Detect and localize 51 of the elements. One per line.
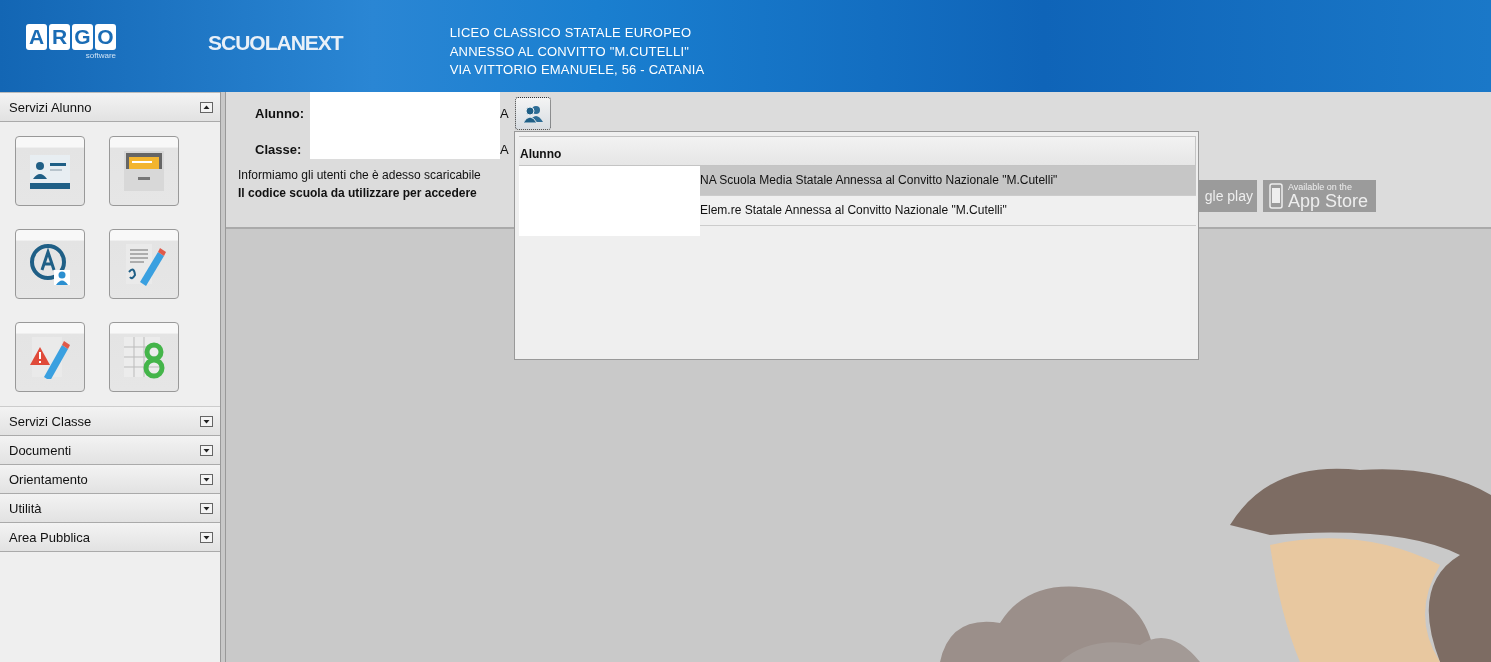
section-label: Servizi Classe xyxy=(9,413,92,429)
field-label: Classe: xyxy=(255,141,303,157)
tile-button[interactable] xyxy=(109,136,179,206)
school-name: LICEO CLASSICO STATALE EUROPEO xyxy=(449,24,693,42)
expand-icon xyxy=(200,444,213,456)
collapse-icon xyxy=(200,101,213,113)
section-header[interactable]: Area Pubblica xyxy=(0,523,220,552)
section-label: Area Pubblica xyxy=(9,529,90,545)
section-header[interactable]: Documenti xyxy=(0,436,220,465)
tile-button[interactable] xyxy=(15,229,85,299)
expand-icon xyxy=(200,531,213,543)
column-header: Alunno xyxy=(519,136,1196,166)
logo-letter: G xyxy=(72,24,93,50)
school-name: VIA VITTORIO EMANUELE, 56 - CATANIA xyxy=(449,61,705,79)
tile-button[interactable] xyxy=(109,229,179,299)
badge-title: gle play xyxy=(1204,187,1253,205)
warning-pencil-icon xyxy=(28,335,72,379)
tile-button[interactable] xyxy=(15,136,85,206)
drawer-icon xyxy=(122,149,166,193)
section-header[interactable]: Utilità xyxy=(0,494,220,523)
section-label: Documenti xyxy=(9,442,72,458)
switch-student-button[interactable] xyxy=(515,97,551,130)
user-badge-icon xyxy=(28,242,72,286)
expand-icon xyxy=(200,502,213,514)
badge-caption: Available on the xyxy=(1288,182,1353,192)
section-label: Servizi Alunno xyxy=(9,99,92,115)
badge-title: App Store xyxy=(1288,192,1369,210)
section-header[interactable]: Servizi Alunno xyxy=(0,93,220,122)
logo-letter: R xyxy=(49,24,70,50)
section-header[interactable]: Orientamento xyxy=(0,465,220,494)
section-label: Orientamento xyxy=(9,471,88,487)
grades-grid-icon xyxy=(122,335,166,379)
field-value: A xyxy=(500,106,510,121)
app-name: SCUOLANEXT xyxy=(208,31,343,55)
expand-icon xyxy=(200,473,213,485)
school-name: ANNESSO AL CONVITTO "M.CUTELLI" xyxy=(449,42,691,61)
logo-letter: A xyxy=(26,24,47,50)
field-value: A xyxy=(500,141,510,157)
tile-button[interactable] xyxy=(15,322,85,392)
school-code-text: Il codice scuola da utilizzare per accedere xyxy=(238,186,477,200)
section-header[interactable]: Servizi Classe xyxy=(0,407,220,436)
field-label: Alunno: xyxy=(255,106,306,121)
users-icon xyxy=(522,104,544,123)
phone-icon xyxy=(1269,183,1283,209)
info-text: Informiamo gli utenti che è adesso scaricabile xyxy=(238,168,481,182)
logo-letter: O xyxy=(95,24,116,50)
expand-icon xyxy=(200,415,213,427)
logo-subtitle: software xyxy=(85,51,116,60)
section-label: Utilità xyxy=(9,500,42,516)
student-row[interactable]: NA Scuola Media Statale Annessa al Convitto Nazionale "M.Cutelli" xyxy=(700,166,1196,196)
tile-button[interactable] xyxy=(109,322,179,392)
